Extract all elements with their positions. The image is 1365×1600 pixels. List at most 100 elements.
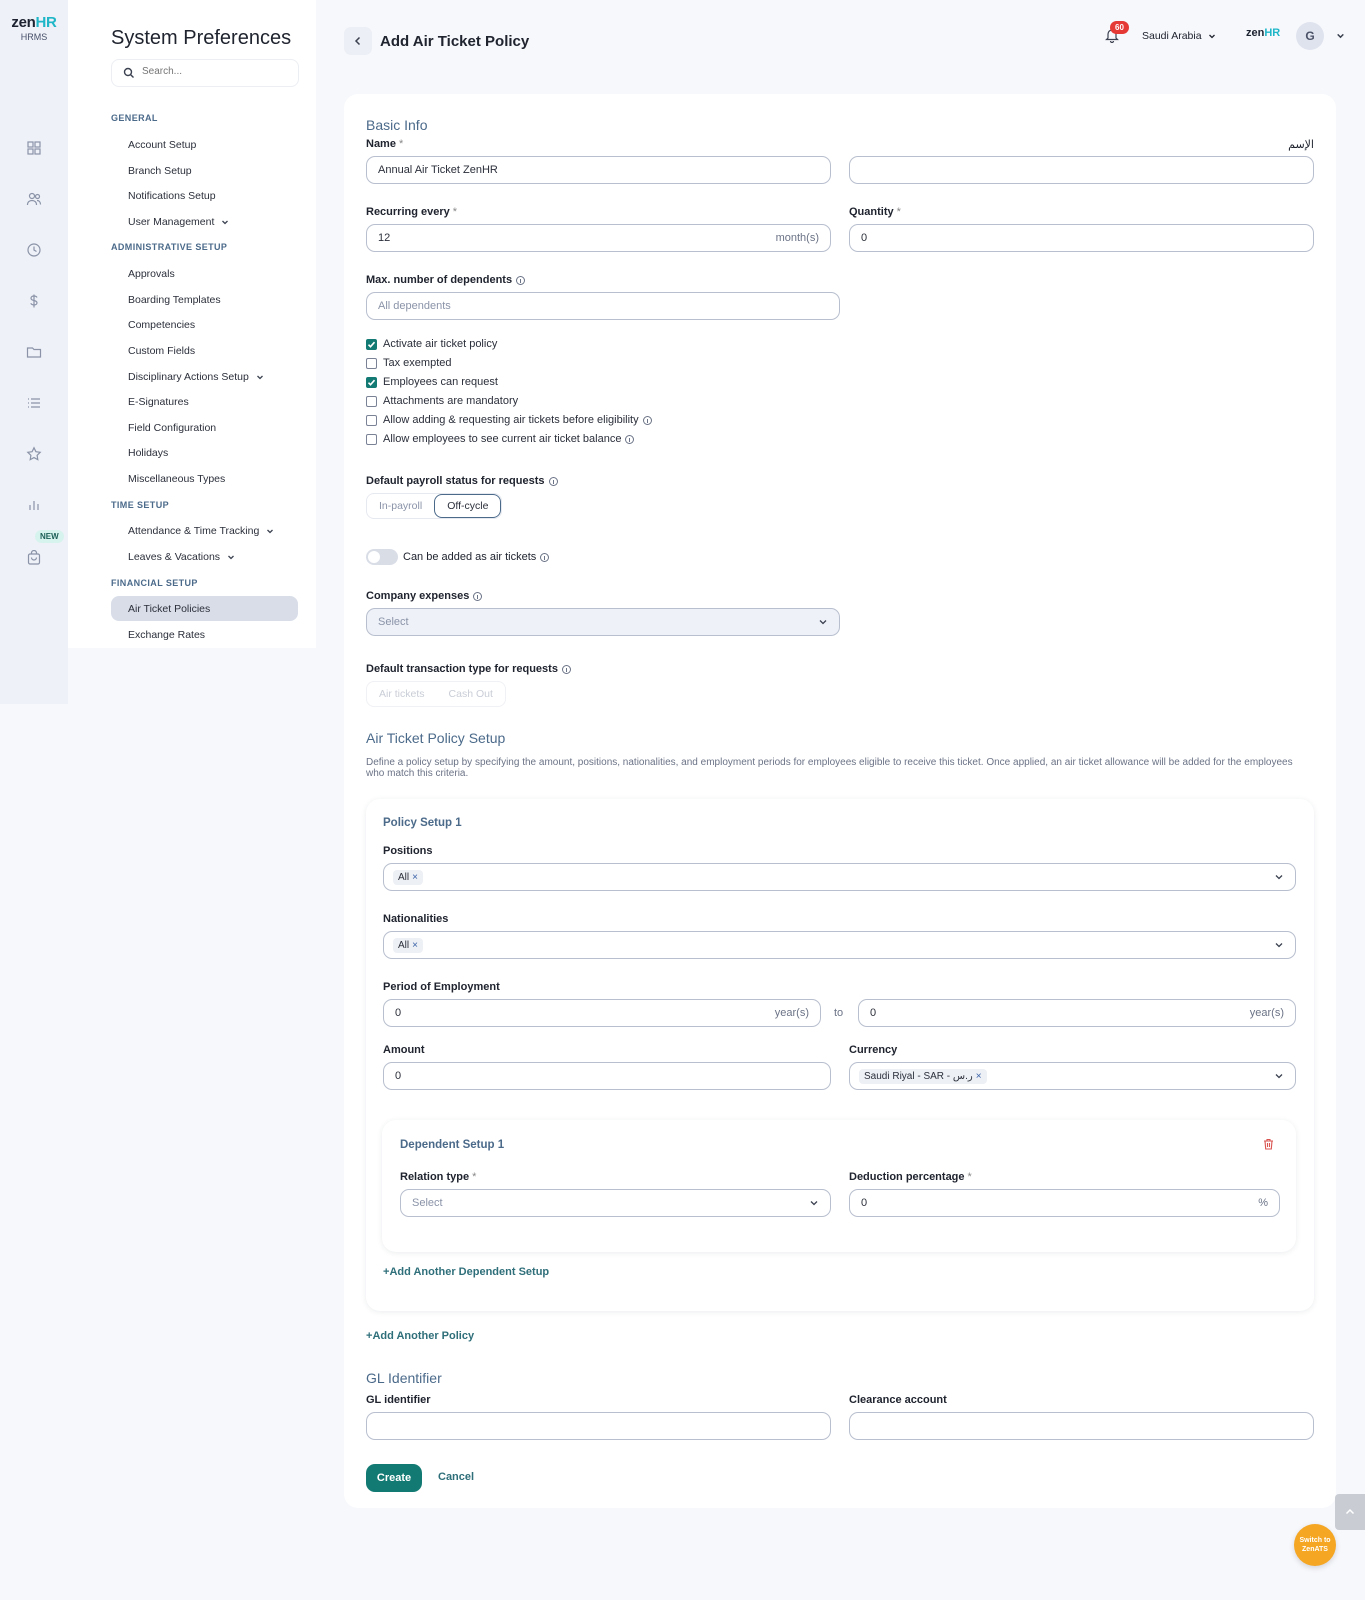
checkbox[interactable]	[366, 357, 377, 369]
checkbox[interactable]	[366, 338, 377, 350]
bar-chart-icon[interactable]	[26, 497, 42, 513]
dollar-icon[interactable]	[26, 293, 42, 309]
zenhr-logo[interactable]: zenHR HRMS	[8, 14, 60, 42]
transaction-type-segmented: Air tickets Cash Out	[366, 681, 506, 707]
nav-air-ticket-policies[interactable]: Air Ticket Policies	[128, 603, 210, 615]
close-icon[interactable]: ×	[976, 1071, 982, 1082]
info-icon	[516, 275, 526, 285]
nav-account-setup[interactable]: Account Setup	[128, 139, 196, 151]
checkbox[interactable]	[366, 414, 377, 426]
zenhr-small-logo[interactable]: zenHR	[1246, 27, 1280, 39]
settings-search[interactable]	[111, 59, 299, 87]
checkbox-tax-exempted[interactable]: Tax exempted	[366, 357, 451, 369]
close-icon[interactable]: ×	[412, 872, 418, 883]
create-button[interactable]: Create	[366, 1464, 422, 1492]
gl-title: GL Identifier	[366, 1370, 442, 1386]
nav-disciplinary-actions[interactable]: Disciplinary Actions Setup	[128, 371, 264, 383]
chevron-down-icon[interactable]	[1336, 31, 1345, 40]
cancel-button[interactable]: Cancel	[438, 1471, 474, 1483]
name-ar-input[interactable]	[849, 156, 1314, 184]
currency-select[interactable]: Saudi Riyal - SAR - ر.س ×	[849, 1062, 1296, 1090]
nationalities-label: Nationalities	[383, 913, 449, 925]
chevron-left-icon	[354, 36, 361, 46]
amount-input[interactable]: 0	[383, 1062, 831, 1090]
add-dependent-link[interactable]: +Add Another Dependent Setup	[383, 1266, 549, 1278]
segment-air-tickets[interactable]: Air tickets	[367, 682, 437, 706]
segment-in-payroll[interactable]: In-payroll	[367, 494, 434, 518]
nav-boarding-templates[interactable]: Boarding Templates	[128, 294, 221, 306]
nav-competencies[interactable]: Competencies	[128, 319, 195, 331]
close-icon[interactable]: ×	[412, 940, 418, 951]
nationalities-select[interactable]: All ×	[383, 931, 1296, 959]
country-selector[interactable]: Saudi Arabia	[1142, 30, 1216, 42]
nav-notifications-setup[interactable]: Notifications Setup	[128, 190, 216, 202]
clock-icon[interactable]	[26, 242, 42, 258]
search-icon	[123, 67, 134, 78]
checkbox-before-eligibility[interactable]: Allow adding & requesting air tickets be…	[366, 414, 652, 426]
gl-identifier-label: GL identifier	[366, 1394, 431, 1406]
chevron-down-icon	[810, 1201, 818, 1206]
nav-approvals[interactable]: Approvals	[128, 268, 175, 280]
company-expenses-label: Company expenses	[366, 590, 483, 602]
nav-field-configuration[interactable]: Field Configuration	[128, 422, 216, 434]
dependent-setup-box: Dependent Setup 1 Relation type * Select …	[382, 1120, 1296, 1252]
quantity-input[interactable]: 0	[849, 224, 1314, 252]
people-icon[interactable]	[26, 191, 42, 207]
transaction-type-label: Default transaction type for requests	[366, 663, 571, 675]
nav-leaves[interactable]: Leaves & Vacations	[128, 551, 235, 563]
search-input[interactable]	[142, 66, 292, 77]
positions-select[interactable]: All ×	[383, 863, 1296, 891]
nav-custom-fields[interactable]: Custom Fields	[128, 345, 195, 357]
segment-off-cycle[interactable]: Off-cycle	[434, 494, 502, 518]
checkbox-employees-can-request[interactable]: Employees can request	[366, 376, 498, 388]
switch-to-zenats-button[interactable]: Switch to ZenATS	[1294, 1524, 1336, 1566]
section-financial: FINANCIAL SETUP	[111, 578, 198, 588]
name-input[interactable]: Annual Air Ticket ZenHR	[366, 156, 831, 184]
nav-misc-types[interactable]: Miscellaneous Types	[128, 473, 225, 485]
company-expenses-select[interactable]: Select	[366, 608, 840, 636]
section-time: TIME SETUP	[111, 500, 170, 510]
trash-icon[interactable]	[1263, 1138, 1274, 1150]
nav-branch-setup[interactable]: Branch Setup	[128, 165, 192, 177]
air-tickets-toggle[interactable]	[366, 549, 398, 565]
section-general: GENERAL	[111, 113, 158, 123]
folder-icon[interactable]	[26, 344, 42, 360]
period-to-input[interactable]: 0 year(s)	[858, 999, 1296, 1027]
nav-user-management[interactable]: User Management	[128, 216, 229, 228]
chip-all: All ×	[393, 937, 423, 953]
relation-type-select[interactable]: Select	[400, 1189, 831, 1217]
nav-attendance[interactable]: Attendance & Time Tracking	[128, 525, 274, 537]
period-from-input[interactable]: 0 year(s)	[383, 999, 821, 1027]
recurring-input[interactable]: 12 month(s)	[366, 224, 831, 252]
list-icon[interactable]	[26, 395, 42, 411]
checkbox[interactable]	[366, 395, 377, 407]
avatar[interactable]: G	[1296, 22, 1324, 50]
new-badge: NEW	[35, 530, 64, 543]
name-ar-label: الإسم	[1288, 139, 1314, 151]
chevron-down-icon	[222, 220, 229, 225]
gl-identifier-input[interactable]	[366, 1412, 831, 1440]
bag-icon[interactable]	[26, 550, 42, 566]
nav-e-signatures[interactable]: E-Signatures	[128, 396, 189, 408]
back-button[interactable]	[344, 27, 372, 55]
deduction-label: Deduction percentage *	[849, 1171, 972, 1183]
star-icon[interactable]	[26, 446, 42, 462]
checkbox[interactable]	[366, 433, 377, 445]
currency-label: Currency	[849, 1044, 898, 1056]
recurring-label: Recurring every *	[366, 206, 458, 218]
scroll-to-top-button[interactable]	[1335, 1494, 1365, 1530]
checkbox-activate-policy[interactable]: Activate air ticket policy	[366, 338, 497, 350]
max-dependents-input[interactable]: All dependents	[366, 292, 840, 320]
nav-exchange-rates[interactable]: Exchange Rates	[128, 629, 205, 641]
dashboard-icon[interactable]	[26, 140, 42, 156]
clearance-account-input[interactable]	[849, 1412, 1314, 1440]
checkbox-attachments-mandatory[interactable]: Attachments are mandatory	[366, 395, 518, 407]
deduction-input[interactable]: 0%	[849, 1189, 1280, 1217]
checkbox[interactable]	[366, 376, 377, 388]
segment-cash-out[interactable]: Cash Out	[437, 682, 505, 706]
checkbox-see-balance[interactable]: Allow employees to see current air ticke…	[366, 433, 635, 445]
nav-holidays[interactable]: Holidays	[128, 447, 168, 459]
info-icon	[540, 552, 550, 562]
chevron-down-icon	[256, 375, 263, 380]
add-policy-link[interactable]: +Add Another Policy	[366, 1330, 474, 1342]
